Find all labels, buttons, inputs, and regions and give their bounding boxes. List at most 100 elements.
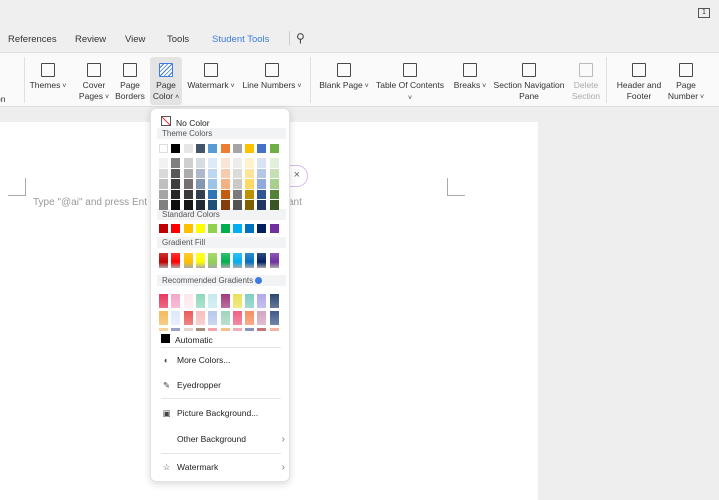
recommended-gradient-swatch[interactable]: [257, 311, 267, 325]
theme-shade-swatch[interactable]: [195, 158, 205, 168]
line-numbers-button[interactable]: Line Numbers ˅: [240, 57, 304, 105]
recommended-gradient-swatch[interactable]: [232, 311, 242, 325]
cover-pages-button[interactable]: Cover Pages ˅: [78, 57, 110, 105]
theme-shade-swatch[interactable]: [220, 168, 230, 178]
more-colors-item[interactable]: ◐ More Colors...: [161, 355, 230, 365]
recommended-gradient-swatch[interactable]: [269, 311, 279, 325]
tab-student-tools[interactable]: Student Tools: [212, 34, 269, 45]
recommended-gradient-swatch[interactable]: [208, 328, 218, 331]
recommended-gradient-swatch[interactable]: [269, 294, 279, 308]
recommended-gradient-swatch[interactable]: [159, 328, 168, 331]
theme-shade-swatch[interactable]: [245, 179, 255, 189]
theme-shade-swatch[interactable]: [232, 168, 242, 178]
theme-shade-swatch[interactable]: [208, 168, 218, 178]
recommended-gradient-swatch[interactable]: [183, 311, 193, 325]
theme-color-swatch[interactable]: [232, 144, 242, 153]
theme-shade-swatch[interactable]: [232, 189, 242, 199]
theme-shade-swatch[interactable]: [159, 168, 168, 178]
theme-shade-swatch[interactable]: [269, 200, 279, 210]
gradient-fill-swatch[interactable]: [269, 253, 279, 268]
gradient-fill-swatch[interactable]: [171, 253, 181, 268]
recommended-gradient-swatch[interactable]: [245, 294, 255, 308]
theme-shade-swatch[interactable]: [245, 200, 255, 210]
tab-tools[interactable]: Tools: [167, 34, 189, 45]
recommended-gradient-swatch[interactable]: [208, 311, 218, 325]
recommended-gradient-swatch[interactable]: [220, 311, 230, 325]
theme-shade-swatch[interactable]: [208, 200, 218, 210]
theme-shade-swatch[interactable]: [195, 179, 205, 189]
theme-shade-swatch[interactable]: [257, 189, 267, 199]
recommended-gradient-swatch[interactable]: [183, 294, 193, 308]
recommended-gradient-swatch[interactable]: [269, 328, 279, 331]
theme-shade-swatch[interactable]: [183, 179, 193, 189]
standard-color-swatch[interactable]: [159, 224, 168, 233]
theme-shade-swatch[interactable]: [269, 179, 279, 189]
theme-shade-swatch[interactable]: [183, 168, 193, 178]
theme-color-swatch[interactable]: [183, 144, 193, 153]
recommended-gradient-swatch[interactable]: [232, 328, 242, 331]
standard-color-swatch[interactable]: [269, 224, 279, 233]
theme-color-swatch[interactable]: [195, 144, 205, 153]
standard-color-swatch[interactable]: [232, 224, 242, 233]
blank-page-button[interactable]: Blank Page ˅: [318, 57, 370, 105]
theme-color-swatch[interactable]: [257, 144, 267, 153]
tab-view[interactable]: View: [125, 34, 145, 45]
themes-button[interactable]: Themes ˅: [28, 57, 68, 105]
theme-shade-swatch[interactable]: [245, 168, 255, 178]
recommended-gradient-swatch[interactable]: [195, 328, 205, 331]
theme-shade-swatch[interactable]: [257, 158, 267, 168]
theme-shade-swatch[interactable]: [257, 168, 267, 178]
recommended-gradient-swatch[interactable]: [195, 311, 205, 325]
gradient-fill-swatch[interactable]: [195, 253, 205, 268]
theme-shade-swatch[interactable]: [269, 189, 279, 199]
theme-color-swatch[interactable]: [269, 144, 279, 153]
theme-shade-swatch[interactable]: [195, 168, 205, 178]
theme-shade-swatch[interactable]: [171, 200, 181, 210]
theme-color-swatch[interactable]: [245, 144, 255, 153]
theme-shade-swatch[interactable]: [269, 158, 279, 168]
theme-shade-swatch[interactable]: [220, 189, 230, 199]
theme-color-swatch[interactable]: [171, 144, 181, 153]
search-icon[interactable]: ⚲: [296, 31, 305, 45]
theme-shade-swatch[interactable]: [171, 179, 181, 189]
theme-shade-swatch[interactable]: [159, 158, 168, 168]
info-icon[interactable]: [255, 277, 263, 285]
gradient-fill-swatch[interactable]: [220, 253, 230, 268]
theme-shade-swatch[interactable]: [257, 179, 267, 189]
theme-shade-swatch[interactable]: [159, 179, 168, 189]
gradient-fill-swatch[interactable]: [245, 253, 255, 268]
theme-shade-swatch[interactable]: [232, 158, 242, 168]
standard-color-swatch[interactable]: [195, 224, 205, 233]
recommended-gradient-swatch[interactable]: [171, 311, 181, 325]
recommended-gradient-swatch[interactable]: [208, 294, 218, 308]
theme-shade-swatch[interactable]: [232, 200, 242, 210]
theme-color-swatch[interactable]: [220, 144, 230, 153]
theme-shade-swatch[interactable]: [195, 189, 205, 199]
no-color-item[interactable]: No Color: [161, 116, 210, 128]
gradient-fill-swatch[interactable]: [183, 253, 193, 268]
recommended-gradient-swatch[interactable]: [245, 311, 255, 325]
standard-color-swatch[interactable]: [220, 224, 230, 233]
other-background-item[interactable]: Other Background ›: [161, 434, 285, 445]
theme-shade-swatch[interactable]: [269, 168, 279, 178]
table-of-contents-button[interactable]: Table Of Contents ˅: [374, 57, 446, 105]
standard-color-swatch[interactable]: [257, 224, 267, 233]
recommended-gradient-swatch[interactable]: [257, 328, 267, 331]
tab-references[interactable]: References: [8, 34, 57, 45]
gradient-fill-swatch[interactable]: [159, 253, 168, 268]
theme-shade-swatch[interactable]: [232, 179, 242, 189]
theme-shade-swatch[interactable]: [159, 200, 168, 210]
theme-color-swatch[interactable]: [159, 144, 168, 153]
standard-color-swatch[interactable]: [183, 224, 193, 233]
recommended-gradient-swatch[interactable]: [232, 294, 242, 308]
recommended-gradient-swatch[interactable]: [220, 328, 230, 331]
header-and-footer-button[interactable]: Header and Footer: [614, 57, 664, 105]
eyedropper-item[interactable]: ✎ Eyedropper: [161, 380, 221, 391]
theme-shade-swatch[interactable]: [183, 158, 193, 168]
page-count-badge[interactable]: 1: [698, 8, 710, 18]
recommended-gradient-swatch[interactable]: [220, 294, 230, 308]
picture-background-item[interactable]: ▣ Picture Background...: [161, 408, 258, 419]
theme-shade-swatch[interactable]: [171, 189, 181, 199]
tab-review[interactable]: Review: [75, 34, 106, 45]
theme-shade-swatch[interactable]: [159, 189, 168, 199]
